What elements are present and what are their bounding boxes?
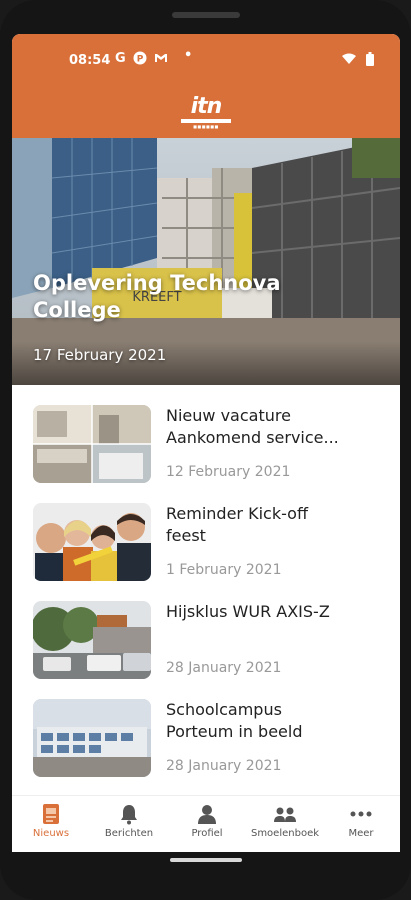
google-notification-icon: G (115, 51, 126, 66)
news-thumbnail (33, 699, 151, 777)
news-title: Nieuw vacature Aankomend service... (166, 406, 339, 447)
app-header: itn ■■■■■■ (12, 89, 400, 138)
mail-notification-icon (154, 51, 168, 70)
svg-text:P: P (137, 55, 144, 65)
more-notifications-dot-icon: • (184, 48, 193, 63)
phone-frame: 08:54 G P • itn ■■■■■■ KREEFT Oplevering… (0, 0, 411, 900)
news-date: 28 January 2021 (166, 660, 282, 676)
app-screen: 08:54 G P • itn ■■■■■■ KREEFT Oplevering… (12, 34, 400, 852)
people-icon (274, 807, 296, 822)
app-notification-icon: P (133, 51, 147, 70)
news-list: Nieuw vacature Aankomend service... 12 F… (12, 385, 400, 795)
news-list-item[interactable]: Hijsklus WUR AXIS-Z 28 January 2021 (12, 581, 400, 679)
featured-news-date: 17 February 2021 (33, 346, 167, 364)
earpiece-speaker (172, 12, 240, 18)
bell-icon (121, 805, 137, 825)
company-logo: itn ■■■■■■ (178, 95, 234, 131)
news-thumbnail (33, 405, 151, 483)
tab-nieuws[interactable]: Nieuws (12, 796, 90, 852)
news-title: Reminder Kick-off feest (166, 504, 308, 545)
featured-news-title: Oplevering Technova College (33, 271, 281, 322)
featured-news-card[interactable]: KREEFT Oplevering Technova College 17 Fe… (12, 138, 400, 385)
tab-profiel[interactable]: Profiel (168, 796, 246, 852)
tab-berichten[interactable]: Berichten (90, 796, 168, 852)
status-bar: 08:54 G P • (12, 34, 400, 89)
home-indicator[interactable] (170, 858, 242, 862)
tab-meer[interactable]: Meer (322, 796, 400, 852)
news-thumbnail (33, 601, 151, 679)
news-icon (43, 804, 59, 824)
person-icon (198, 805, 216, 824)
news-date: 12 February 2021 (166, 464, 291, 480)
status-time: 08:54 (69, 53, 111, 68)
news-thumbnail (33, 503, 151, 581)
news-list-item[interactable]: Reminder Kick-off feest 1 February 2021 (12, 483, 400, 581)
news-list-item[interactable]: Nieuw vacature Aankomend service... 12 F… (12, 385, 400, 483)
tab-smoelenboek[interactable]: Smoelenboek (246, 796, 324, 852)
news-date: 1 February 2021 (166, 562, 282, 578)
battery-icon (366, 52, 374, 71)
news-date: 28 January 2021 (166, 758, 282, 774)
wifi-icon (342, 53, 356, 70)
news-title: Hijsklus WUR AXIS-Z (166, 602, 330, 621)
bottom-tab-bar: Nieuws Berichten Profiel Smoelenboek Mee… (12, 795, 400, 852)
news-list-item[interactable]: Schoolcampus Porteum in beeld 28 January… (12, 679, 400, 777)
news-title: Schoolcampus Porteum in beeld (166, 700, 303, 741)
more-dots-icon (350, 811, 372, 817)
